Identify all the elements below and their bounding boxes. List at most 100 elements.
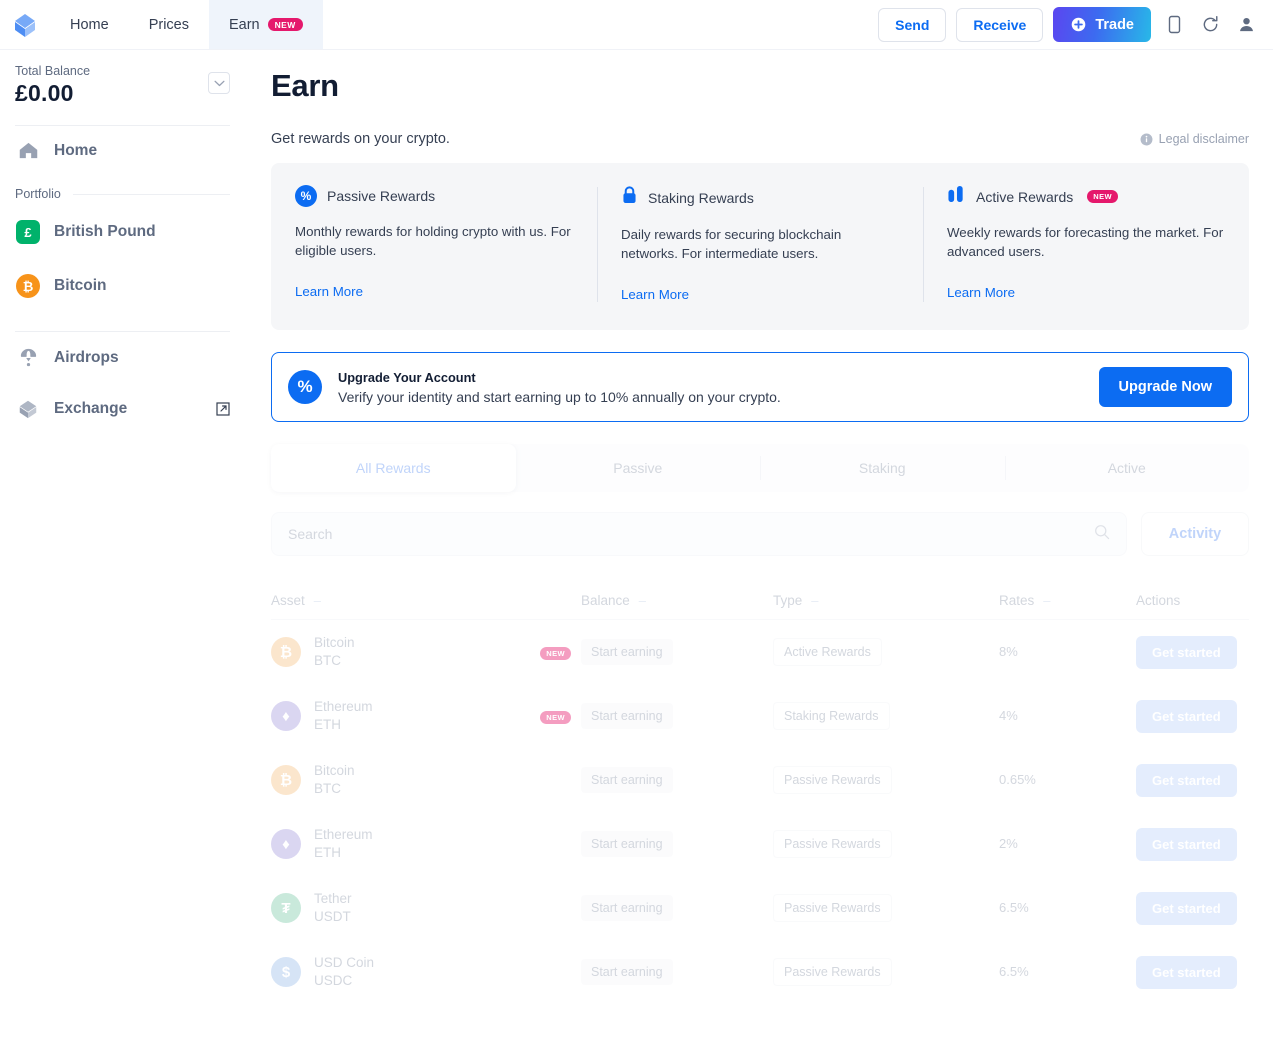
get-started-button[interactable]: Get started bbox=[1136, 827, 1237, 861]
rewards-table: Asset – Balance – Type – Rates – Actions… bbox=[271, 582, 1249, 1004]
card-active-learn-more[interactable]: Learn More bbox=[947, 285, 1015, 300]
card-active-body: Weekly rewards for forecasting the marke… bbox=[947, 225, 1224, 260]
asset-symbol: USDT bbox=[314, 909, 351, 924]
tab-passive[interactable]: Passive bbox=[516, 444, 761, 492]
asset-name: Bitcoin bbox=[314, 634, 355, 650]
receive-button[interactable]: Receive bbox=[956, 7, 1044, 42]
sidebar-item-home[interactable]: Home bbox=[15, 126, 230, 175]
tab-active-label: Active bbox=[1107, 460, 1146, 476]
rate-cell: 6.5% bbox=[999, 963, 1136, 981]
bitcoin-icon: ₿ bbox=[15, 274, 41, 298]
balance-cell: Start earning bbox=[581, 831, 773, 857]
balance-dropdown-toggle[interactable] bbox=[208, 72, 230, 94]
card-staking-learn-more[interactable]: Learn More bbox=[621, 287, 689, 302]
table-row[interactable]: $ USD Coin USDC Start earning Passive Re… bbox=[271, 940, 1249, 1004]
app-body: Total Balance £0.00 Home Portfolio £ Bri… bbox=[0, 50, 1273, 1049]
account-icon[interactable] bbox=[1233, 12, 1259, 38]
balance-value: Start earning bbox=[581, 895, 673, 921]
type-value: Passive Rewards bbox=[773, 830, 892, 858]
balance-cell: Start earning bbox=[581, 767, 773, 793]
upgrade-subtitle: Verify your identity and start earning u… bbox=[338, 388, 781, 405]
asset-cell: $ USD Coin USDC bbox=[271, 954, 581, 990]
blockchain-logo[interactable] bbox=[0, 0, 50, 49]
sidebar-item-british-pound[interactable]: £ British Pound bbox=[15, 205, 230, 259]
sidebar-item-airdrops[interactable]: Airdrops bbox=[15, 332, 230, 383]
table-row[interactable]: ₮ Tether USDT Start earning Passive Rewa… bbox=[271, 876, 1249, 940]
rate-value: 6.5% bbox=[999, 964, 1029, 979]
activity-button[interactable]: Activity bbox=[1141, 512, 1249, 556]
table-row[interactable]: ♦ Ethereum ETH NEW Start earning Staking… bbox=[271, 684, 1249, 748]
upgrade-now-button[interactable]: Upgrade Now bbox=[1098, 367, 1232, 407]
trade-button[interactable]: Trade bbox=[1053, 7, 1151, 42]
bitcoin-icon: ₿ bbox=[271, 637, 301, 667]
legal-disclaimer-link[interactable]: Legal disclaimer bbox=[1140, 132, 1249, 146]
nav-link-earn[interactable]: Earn NEW bbox=[208, 0, 323, 49]
card-staking-rewards: Staking Rewards Daily rewards for securi… bbox=[597, 185, 923, 304]
column-header-rates[interactable]: Rates – bbox=[999, 593, 1136, 608]
asset-symbol: ETH bbox=[314, 717, 341, 732]
gbp-badge: £ bbox=[16, 220, 40, 244]
asset-names: Bitcoin BTC bbox=[314, 634, 355, 670]
nav-earn-new-badge: NEW bbox=[267, 17, 303, 32]
row-new-badge-wrap: NEW bbox=[540, 643, 571, 661]
sort-indicator-asset: – bbox=[313, 593, 321, 608]
actions-cell: Get started bbox=[1136, 955, 1249, 989]
ethereum-icon: ♦ bbox=[271, 701, 301, 731]
asset-glyph: ♦ bbox=[282, 835, 290, 853]
nav-link-home[interactable]: Home bbox=[50, 0, 129, 49]
tab-staking[interactable]: Staking bbox=[760, 444, 1005, 492]
type-cell: Active Rewards bbox=[773, 638, 999, 666]
mobile-icon[interactable] bbox=[1161, 12, 1187, 38]
nav-actions: Send Receive Trade bbox=[878, 0, 1273, 49]
card-active-header: Active Rewards NEW bbox=[947, 185, 1225, 208]
card-passive-body: Monthly rewards for holding crypto with … bbox=[295, 224, 571, 259]
asset-glyph: ₿ bbox=[279, 771, 293, 789]
send-button[interactable]: Send bbox=[878, 7, 947, 42]
column-header-balance[interactable]: Balance – bbox=[581, 593, 773, 608]
sidebar-item-exchange[interactable]: Exchange bbox=[15, 383, 230, 435]
card-active-rewards: Active Rewards NEW Weekly rewards for fo… bbox=[923, 185, 1249, 304]
sidebar-section-portfolio-label: Portfolio bbox=[15, 187, 61, 201]
table-row[interactable]: ₿ Bitcoin BTC Start earning Passive Rewa… bbox=[271, 748, 1249, 812]
search-box[interactable] bbox=[271, 512, 1127, 556]
get-started-button[interactable]: Get started bbox=[1136, 635, 1237, 669]
actions-cell: Get started bbox=[1136, 891, 1249, 925]
get-started-button[interactable]: Get started bbox=[1136, 955, 1237, 989]
search-input[interactable] bbox=[288, 526, 1094, 542]
asset-names: Ethereum ETH bbox=[314, 698, 373, 734]
get-started-button[interactable]: Get started bbox=[1136, 699, 1237, 733]
balance-value: Start earning bbox=[581, 703, 673, 729]
card-passive-learn-more[interactable]: Learn More bbox=[295, 284, 363, 299]
tab-all-rewards[interactable]: All Rewards bbox=[271, 444, 516, 492]
card-passive-title: Passive Rewards bbox=[327, 188, 436, 204]
nav-link-home-label: Home bbox=[70, 16, 109, 33]
search-icon[interactable] bbox=[1094, 524, 1110, 545]
sidebar-item-bitcoin[interactable]: ₿ Bitcoin bbox=[15, 259, 230, 313]
asset-names: Bitcoin BTC bbox=[314, 762, 355, 798]
bitcoin-icon: ₿ bbox=[271, 765, 301, 795]
nav-link-prices[interactable]: Prices bbox=[129, 0, 209, 49]
asset-cell: ♦ Ethereum ETH bbox=[271, 826, 581, 862]
balance-cell: Start earning bbox=[581, 959, 773, 985]
total-balance-block: Total Balance £0.00 bbox=[15, 64, 230, 107]
balance-value: Start earning bbox=[581, 767, 673, 793]
type-value: Active Rewards bbox=[773, 638, 882, 666]
sidebar-item-bitcoin-label: Bitcoin bbox=[54, 277, 107, 294]
get-started-button[interactable]: Get started bbox=[1136, 763, 1237, 797]
get-started-button[interactable]: Get started bbox=[1136, 891, 1237, 925]
card-active-new-badge: NEW bbox=[1087, 190, 1118, 203]
refresh-icon[interactable] bbox=[1197, 12, 1223, 38]
asset-name: Ethereum bbox=[314, 698, 373, 714]
table-row[interactable]: ₿ Bitcoin BTC NEW Start earning Active R… bbox=[271, 620, 1249, 684]
column-header-asset[interactable]: Asset – bbox=[271, 593, 581, 608]
column-header-type[interactable]: Type – bbox=[773, 593, 999, 608]
subtitle-row: Get rewards on your crypto. Legal discla… bbox=[271, 131, 1261, 147]
tab-active[interactable]: Active bbox=[1004, 444, 1250, 492]
table-row[interactable]: ♦ Ethereum ETH Start earning Passive Rew… bbox=[271, 812, 1249, 876]
bars-icon bbox=[947, 185, 966, 208]
column-header-actions-label: Actions bbox=[1136, 593, 1181, 608]
sidebar-section-portfolio: Portfolio bbox=[15, 175, 230, 205]
asset-name: USD Coin bbox=[314, 954, 375, 970]
column-header-asset-label: Asset bbox=[271, 593, 305, 608]
row-new-badge: NEW bbox=[540, 647, 571, 660]
